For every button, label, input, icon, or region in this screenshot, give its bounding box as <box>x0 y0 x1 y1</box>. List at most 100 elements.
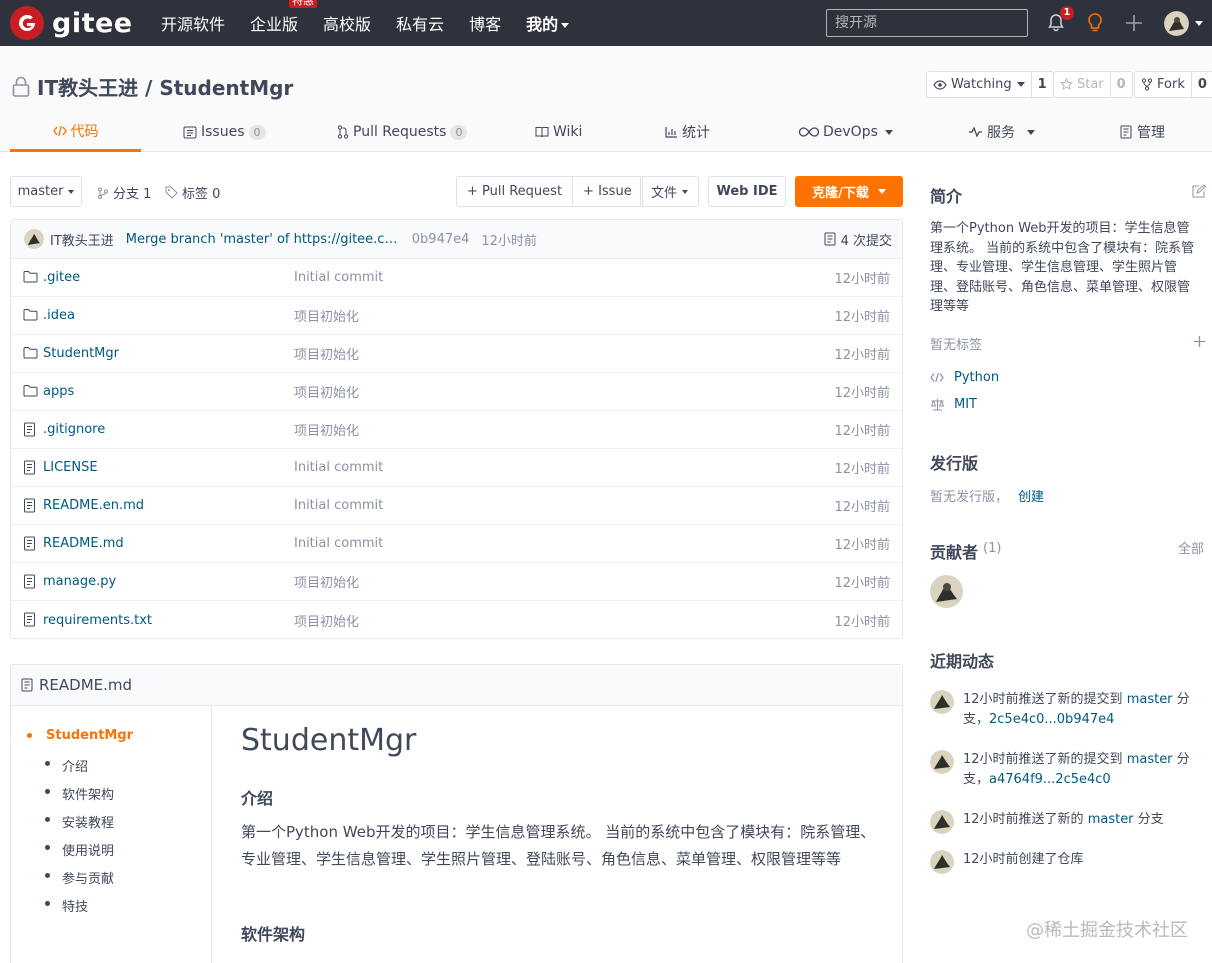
fork-count[interactable]: 0 <box>1192 72 1212 97</box>
gitee-logo[interactable]: gitee <box>10 6 133 40</box>
file-commit-message[interactable]: 项目初始化 <box>294 420 359 439</box>
tags-link[interactable]: 标签 0 <box>165 183 220 202</box>
watch-count[interactable]: 1 <box>1032 72 1053 97</box>
file-commit-message[interactable]: Initial commit <box>294 498 383 513</box>
create-button[interactable] <box>1122 11 1146 35</box>
commits-count-link[interactable]: 4 次提交 <box>824 230 892 249</box>
contributor-avatar[interactable] <box>930 575 963 608</box>
toc-item-contribute[interactable]: 参与贡献 <box>62 868 114 887</box>
file-menu-button[interactable]: 文件 <box>640 176 699 207</box>
tab-manage[interactable]: 管理 <box>1120 112 1165 152</box>
tab-wiki[interactable]: Wiki <box>535 112 582 152</box>
toc-item-intro[interactable]: 介绍 <box>62 756 88 775</box>
edit-icon[interactable] <box>1191 184 1206 199</box>
chevron-down-icon[interactable] <box>1195 21 1203 26</box>
file-name[interactable]: README.md <box>43 536 124 551</box>
repo-full-name[interactable]: IT教头王进 / StudentMgr <box>37 72 293 101</box>
activity-avatar[interactable] <box>930 690 954 714</box>
file-row[interactable]: README.en.md Initial commit 12小时前 <box>11 487 902 525</box>
code-icon <box>52 125 67 136</box>
file-name[interactable]: README.en.md <box>43 498 144 513</box>
web-ide-button[interactable]: Web IDE <box>708 176 786 207</box>
search-input[interactable] <box>826 9 1028 37</box>
file-commit-message[interactable]: Initial commit <box>294 460 383 475</box>
activity-branch-link[interactable]: master <box>1088 812 1134 827</box>
activity-avatar[interactable] <box>930 850 954 874</box>
lightbulb-button[interactable] <box>1083 11 1107 35</box>
create-release-link[interactable]: 创建 <box>1018 486 1044 505</box>
notifications-button[interactable]: 1 <box>1044 6 1074 35</box>
clone-download-button[interactable]: 克隆/下载 <box>795 176 903 207</box>
file-row[interactable]: .gitignore 项目初始化 12小时前 <box>11 411 902 449</box>
file-row[interactable]: LICENSE Initial commit 12小时前 <box>11 449 902 487</box>
add-tag-icon[interactable] <box>1193 335 1206 348</box>
activity-branch-link[interactable]: master <box>1127 692 1173 707</box>
readme-filename: README.md <box>39 676 133 694</box>
toc-item-usage[interactable]: 使用说明 <box>62 840 114 859</box>
activity-commit-range[interactable]: a4764f9...2c5e4c0 <box>989 772 1111 787</box>
file-commit-message[interactable]: 项目初始化 <box>294 572 359 591</box>
language-link[interactable]: Python <box>954 370 999 385</box>
toc-item-architecture[interactable]: 软件架构 <box>62 784 114 803</box>
file-row[interactable]: .gitee Initial commit 12小时前 <box>11 259 902 297</box>
toc-item-install[interactable]: 安装教程 <box>62 812 114 831</box>
file-name[interactable]: StudentMgr <box>43 346 119 361</box>
file-commit-message[interactable]: 项目初始化 <box>294 306 359 325</box>
author-avatar[interactable] <box>24 229 44 249</box>
file-row[interactable]: .idea 项目初始化 12小时前 <box>11 297 902 335</box>
fork-icon <box>1141 78 1153 91</box>
file-row[interactable]: apps 项目初始化 12小时前 <box>11 373 902 411</box>
file-row[interactable]: README.md Initial commit 12小时前 <box>11 525 902 563</box>
branches-link[interactable]: 分支 1 <box>97 183 151 202</box>
tab-services[interactable]: 服务 <box>968 112 1035 152</box>
file-commit-message[interactable]: 项目初始化 <box>294 382 359 401</box>
activity-branch-link[interactable]: master <box>1127 752 1173 767</box>
file-name[interactable]: requirements.txt <box>43 613 152 628</box>
tab-stats[interactable]: 统计 <box>665 112 710 152</box>
tab-issues[interactable]: Issues 0 <box>183 112 266 152</box>
star-count[interactable]: 0 <box>1111 72 1132 97</box>
file-name[interactable]: .idea <box>43 308 75 323</box>
tab-devops[interactable]: DevOps <box>799 112 893 152</box>
branch-selector[interactable]: master <box>10 176 82 207</box>
new-issue-button[interactable]: + Issue <box>572 177 642 206</box>
license-link[interactable]: MIT <box>954 397 977 412</box>
commit-sha[interactable]: 0b947e4 <box>412 232 470 247</box>
nav-education[interactable]: 高校版 <box>323 11 371 35</box>
file-name[interactable]: LICENSE <box>43 460 98 475</box>
all-contributors-link[interactable]: 全部 <box>1178 538 1204 557</box>
activity-commit-range[interactable]: 2c5e4c0...0b947e4 <box>989 712 1114 727</box>
toc-item-studentmgr[interactable]: StudentMgr <box>46 728 133 743</box>
chart-icon <box>665 127 677 138</box>
file-name[interactable]: .gitee <box>43 270 80 285</box>
new-pull-request-button[interactable]: + Pull Request <box>457 177 572 206</box>
file-commit-message[interactable]: Initial commit <box>294 270 383 285</box>
tab-pull-requests[interactable]: Pull Requests 0 <box>337 112 468 152</box>
tab-code[interactable]: 代码 <box>10 112 141 152</box>
activity-avatar[interactable] <box>930 750 954 774</box>
activity-avatar[interactable] <box>930 810 954 834</box>
watch-button[interactable]: Watching <box>927 72 1032 97</box>
nav-mine[interactable]: 我的 <box>526 11 570 35</box>
file-commit-message[interactable]: Initial commit <box>294 536 383 551</box>
file-commit-message[interactable]: 项目初始化 <box>294 611 359 630</box>
nav-enterprise[interactable]: 企业版 特惠 <box>250 0 318 35</box>
file-row[interactable]: requirements.txt 项目初始化 12小时前 <box>11 601 902 639</box>
file-name[interactable]: apps <box>43 384 74 399</box>
nav-enterprise-label: 企业版 <box>250 15 299 34</box>
file-name[interactable]: .gitignore <box>43 422 105 437</box>
star-icon <box>1060 78 1073 90</box>
star-button[interactable]: Star <box>1054 72 1111 97</box>
commit-author[interactable]: IT教头王进 <box>50 230 114 249</box>
nav-private-cloud[interactable]: 私有云 <box>396 11 444 35</box>
commit-message[interactable]: Merge branch 'master' of https://gitee.c… <box>126 232 402 247</box>
user-avatar[interactable] <box>1164 11 1189 36</box>
toc-item-features[interactable]: 特技 <box>62 896 88 915</box>
file-commit-message[interactable]: 项目初始化 <box>294 344 359 363</box>
file-row[interactable]: manage.py 项目初始化 12小时前 <box>11 563 902 601</box>
file-row[interactable]: StudentMgr 项目初始化 12小时前 <box>11 335 902 373</box>
nav-blog[interactable]: 博客 <box>469 11 501 35</box>
fork-button[interactable]: Fork <box>1135 72 1192 97</box>
nav-open-source[interactable]: 开源软件 <box>161 11 225 35</box>
file-name[interactable]: manage.py <box>43 574 116 589</box>
